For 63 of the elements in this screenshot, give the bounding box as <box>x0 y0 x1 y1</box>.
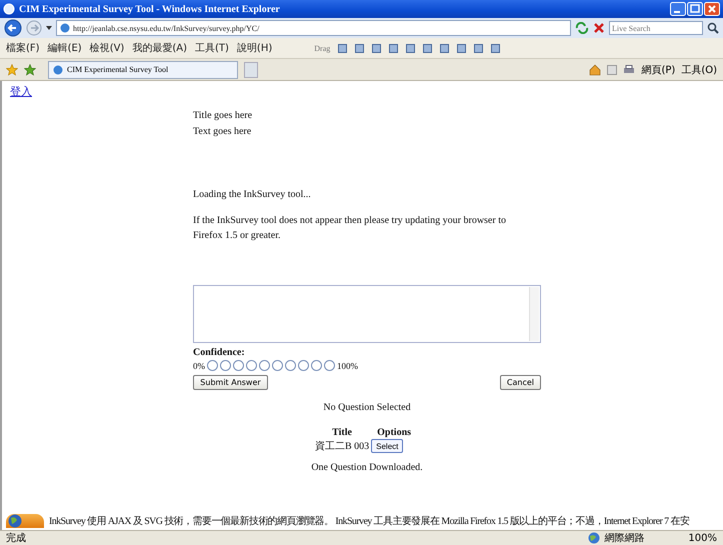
submit-button[interactable]: Submit Answer <box>193 375 268 390</box>
address-field[interactable]: http://jeanlab.cse.nsysu.edu.tw/InkSurvey/survey.php/YC/ <box>56 20 571 36</box>
radio-button[interactable] <box>233 360 244 371</box>
confidence-label: Confidence: <box>193 347 246 358</box>
menu-item[interactable]: 說明(H) <box>236 41 272 55</box>
security-zone: 網際網路 <box>604 532 646 545</box>
menu-item[interactable]: 檔案(F) <box>6 41 40 55</box>
menu-item[interactable]: 編輯(E) <box>48 41 82 55</box>
firefox-badge[interactable] <box>6 514 44 528</box>
select-button[interactable]: Select <box>371 439 404 453</box>
favorites-icon[interactable] <box>6 64 18 76</box>
column-header: Options <box>376 427 412 438</box>
zoom-level[interactable]: 100% <box>688 532 717 544</box>
page-icon <box>60 23 70 33</box>
globe-icon <box>8 514 22 528</box>
answer-box[interactable] <box>193 285 541 343</box>
add-favorites-icon[interactable] <box>24 64 36 76</box>
dropdown-icon[interactable] <box>46 26 52 30</box>
command-menu[interactable]: 工具(O) <box>681 62 717 76</box>
search-icon[interactable] <box>707 22 719 34</box>
printer-icon[interactable] <box>623 64 636 74</box>
maximize-button[interactable] <box>687 2 703 16</box>
home-icon[interactable] <box>589 64 602 76</box>
radio-button[interactable] <box>324 360 335 371</box>
command-menu[interactable]: 網頁(P) <box>641 62 676 76</box>
page-icon <box>53 64 63 74</box>
menu-item[interactable]: 工具(T) <box>195 41 229 55</box>
radio-button[interactable] <box>220 360 231 371</box>
radio-button[interactable] <box>298 360 309 371</box>
browser-notice: If the InkSurvey tool does not appear then please try updating your browser to Firefox 1.5 or greater. <box>193 214 507 243</box>
radio-button[interactable] <box>207 360 218 371</box>
footer-text: InkSurvey 使用 AJAX 及 SVG 技術，需要一個最新技術的網頁瀏覽器。 InkSurvey 工具主要發展在 Mozilla Firefox 1.5 版以上的平台；不過，Internet Explorer 7 在安 <box>49 514 690 528</box>
close-button[interactable] <box>704 2 720 16</box>
radio-button[interactable] <box>246 360 257 371</box>
question-status: No Question Selected <box>322 402 412 413</box>
minimize-button[interactable] <box>670 2 686 16</box>
column-header: Title <box>331 427 353 438</box>
table-cell-text: 資工二B 003 <box>314 440 370 454</box>
status-text: 完成 <box>6 532 27 545</box>
search-field[interactable]: Live Search <box>609 21 703 35</box>
feed-icon[interactable] <box>607 64 618 74</box>
window-title: CIM Experimental Survey Tool - Windows Internet Explorer <box>19 4 281 14</box>
cancel-button[interactable]: Cancel <box>500 375 541 390</box>
loading-message: Loading the InkSurvey tool... <box>193 189 312 200</box>
browser-tab[interactable]: CIM Experimental Survey Tool <box>48 60 238 78</box>
radio-button[interactable] <box>259 360 270 371</box>
scroll-bar[interactable] <box>529 287 539 341</box>
back-button[interactable] <box>4 19 22 37</box>
radio-button[interactable] <box>285 360 296 371</box>
links-label: Drag <box>314 44 330 52</box>
radio-button[interactable] <box>272 360 283 371</box>
download-status: One Question Downloaded. <box>310 462 424 473</box>
page-text: Text goes here <box>193 126 252 137</box>
radio-button[interactable] <box>311 360 322 371</box>
login-link[interactable]: 登入 <box>10 84 32 99</box>
page-title: Title goes here <box>193 110 254 121</box>
stop-icon[interactable] <box>593 22 605 34</box>
globe-icon <box>588 532 600 544</box>
refresh-icon[interactable] <box>575 22 589 34</box>
scale-max-label: 100% <box>337 360 358 370</box>
menu-item[interactable]: 我的最愛(A) <box>132 41 187 55</box>
scale-min-label: 0% <box>193 360 205 370</box>
menu-item[interactable]: 檢視(V) <box>90 41 124 55</box>
